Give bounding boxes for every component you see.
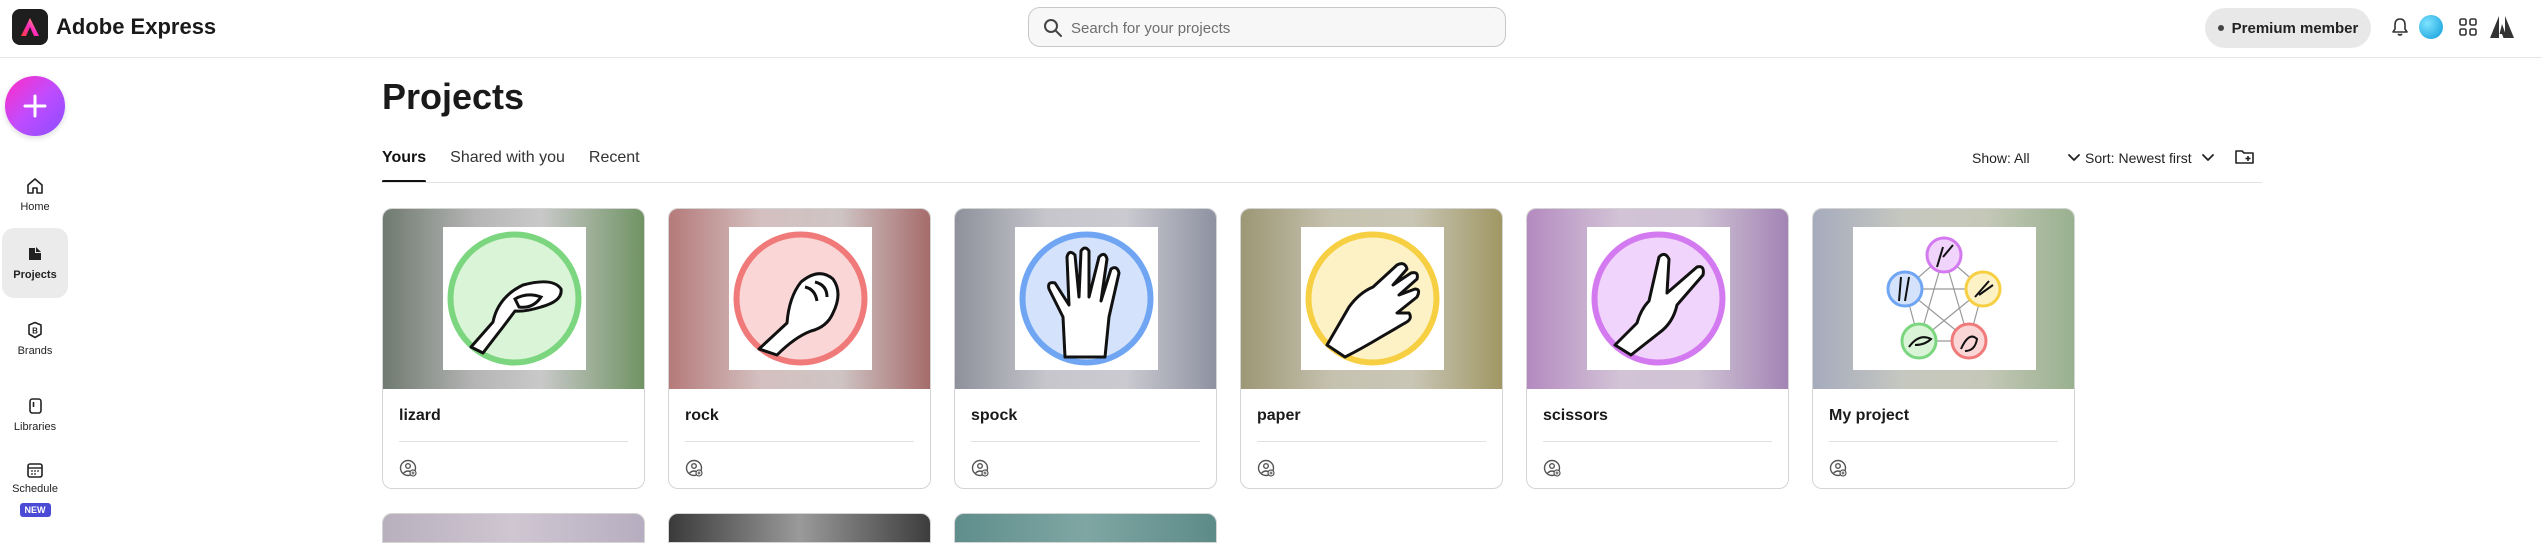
libraries-icon — [29, 398, 42, 414]
sidebar-item-brands[interactable]: B Brands — [2, 304, 68, 374]
home-icon — [27, 178, 43, 194]
card-divider — [1543, 441, 1772, 442]
spock-hand-icon — [1019, 231, 1154, 366]
tab-recent[interactable]: Recent — [589, 140, 640, 182]
project-title[interactable]: rock — [685, 407, 719, 425]
project-title[interactable]: spock — [971, 407, 1017, 425]
sidebar-item-label: Libraries — [13, 421, 57, 433]
project-thumbnail — [955, 209, 1216, 389]
project-artwork — [443, 227, 586, 370]
show-filter-label: Show: All — [1972, 150, 2030, 166]
share-user-icon[interactable] — [685, 459, 703, 482]
notifications-bell-icon[interactable] — [2388, 15, 2412, 39]
premium-label: Premium member — [2231, 19, 2359, 37]
user-avatar[interactable] — [2419, 15, 2443, 39]
share-user-icon[interactable] — [971, 459, 989, 482]
calendar-icon — [27, 463, 43, 478]
paper-hand-icon — [1305, 231, 1440, 366]
project-artwork — [729, 227, 872, 370]
new-folder-icon[interactable] — [2234, 147, 2256, 172]
project-artwork — [1853, 227, 2036, 370]
share-user-icon[interactable] — [1829, 459, 1847, 482]
project-artwork — [1015, 227, 1158, 370]
sidebar-item-label: Schedule — [12, 483, 58, 495]
project-card-partial[interactable] — [382, 513, 645, 543]
project-card-lizard[interactable]: lizard — [382, 208, 645, 489]
project-tabs: Yours Shared with you Recent — [382, 140, 640, 183]
share-user-icon[interactable] — [1543, 459, 1561, 482]
page-title: Projects — [382, 76, 525, 117]
premium-dot-icon — [2217, 25, 2224, 31]
brands-icon: B — [28, 321, 42, 339]
sort-dropdown[interactable]: Sort: Newest first — [2085, 147, 2214, 169]
project-card-my-project[interactable]: My project — [1812, 208, 2075, 489]
project-artwork — [1301, 227, 1444, 370]
project-card-scissors[interactable]: scissors — [1526, 208, 1789, 489]
create-new-button[interactable] — [5, 76, 65, 136]
project-card-spock[interactable]: spock — [954, 208, 1217, 489]
card-divider — [1257, 441, 1486, 442]
new-badge: NEW — [19, 503, 51, 517]
chevron-down-icon — [2201, 154, 2214, 161]
project-thumbnail — [1241, 209, 1502, 389]
project-title[interactable]: paper — [1257, 407, 1301, 425]
chevron-down-icon — [2067, 154, 2080, 161]
premium-member-button[interactable]: Premium member — [2205, 8, 2371, 48]
adobe-express-logo[interactable] — [12, 9, 48, 45]
sidebar-item-projects[interactable]: Projects — [2, 228, 68, 298]
scissors-hand-icon — [1591, 231, 1726, 366]
lizard-hand-icon — [447, 231, 582, 366]
plus-icon — [23, 94, 47, 118]
project-card-rock[interactable]: rock — [668, 208, 931, 489]
sidebar-item-schedule[interactable]: Schedule NEW — [2, 450, 68, 528]
project-thumbnail — [383, 209, 644, 389]
search-box[interactable] — [1028, 7, 1506, 47]
sidebar: Home Projects B Brands Libraries Schedul… — [0, 58, 72, 528]
rock-paper-scissors-lizard-spock-diagram — [1886, 236, 2002, 360]
search-icon — [1043, 18, 1063, 43]
sort-label: Sort: Newest first — [2085, 150, 2192, 166]
adobe-express-logo-icon — [21, 18, 39, 36]
project-card-paper[interactable]: paper — [1240, 208, 1503, 489]
show-filter-dropdown[interactable]: Show: All — [1972, 147, 2080, 169]
project-card-partial[interactable] — [954, 513, 1217, 543]
apps-grid-icon[interactable] — [2456, 15, 2480, 39]
project-title[interactable]: scissors — [1543, 407, 1608, 425]
tab-yours[interactable]: Yours — [382, 140, 427, 183]
sidebar-item-home[interactable]: Home — [2, 160, 68, 230]
tabs-divider — [382, 182, 2262, 183]
search-input[interactable] — [1071, 17, 1491, 39]
share-user-icon[interactable] — [1257, 459, 1275, 482]
tab-shared-with-you[interactable]: Shared with you — [450, 140, 565, 182]
project-thumbnail — [669, 209, 930, 389]
sidebar-item-label: Projects — [13, 269, 57, 281]
card-divider — [399, 441, 628, 442]
project-title[interactable]: My project — [1829, 407, 1909, 425]
card-divider — [685, 441, 914, 442]
project-thumbnail — [1527, 209, 1788, 389]
card-divider — [971, 441, 1200, 442]
rock-hand-icon — [733, 231, 868, 366]
app-title[interactable]: Adobe Express — [56, 14, 216, 40]
project-title[interactable]: lizard — [399, 407, 441, 425]
adobe-logo-icon[interactable] — [2490, 15, 2514, 39]
card-divider — [1829, 441, 2058, 442]
sidebar-item-label: Home — [20, 201, 50, 213]
project-thumbnail — [1813, 209, 2074, 389]
project-artwork — [1587, 227, 1730, 370]
sidebar-item-label: Brands — [17, 345, 53, 357]
project-card-partial[interactable] — [668, 513, 931, 543]
top-bar: Adobe Express Premium member — [0, 0, 2542, 58]
svg-text:B: B — [32, 327, 38, 336]
sidebar-item-libraries[interactable]: Libraries — [2, 380, 68, 450]
share-user-icon[interactable] — [399, 459, 417, 482]
projects-icon — [29, 247, 41, 260]
